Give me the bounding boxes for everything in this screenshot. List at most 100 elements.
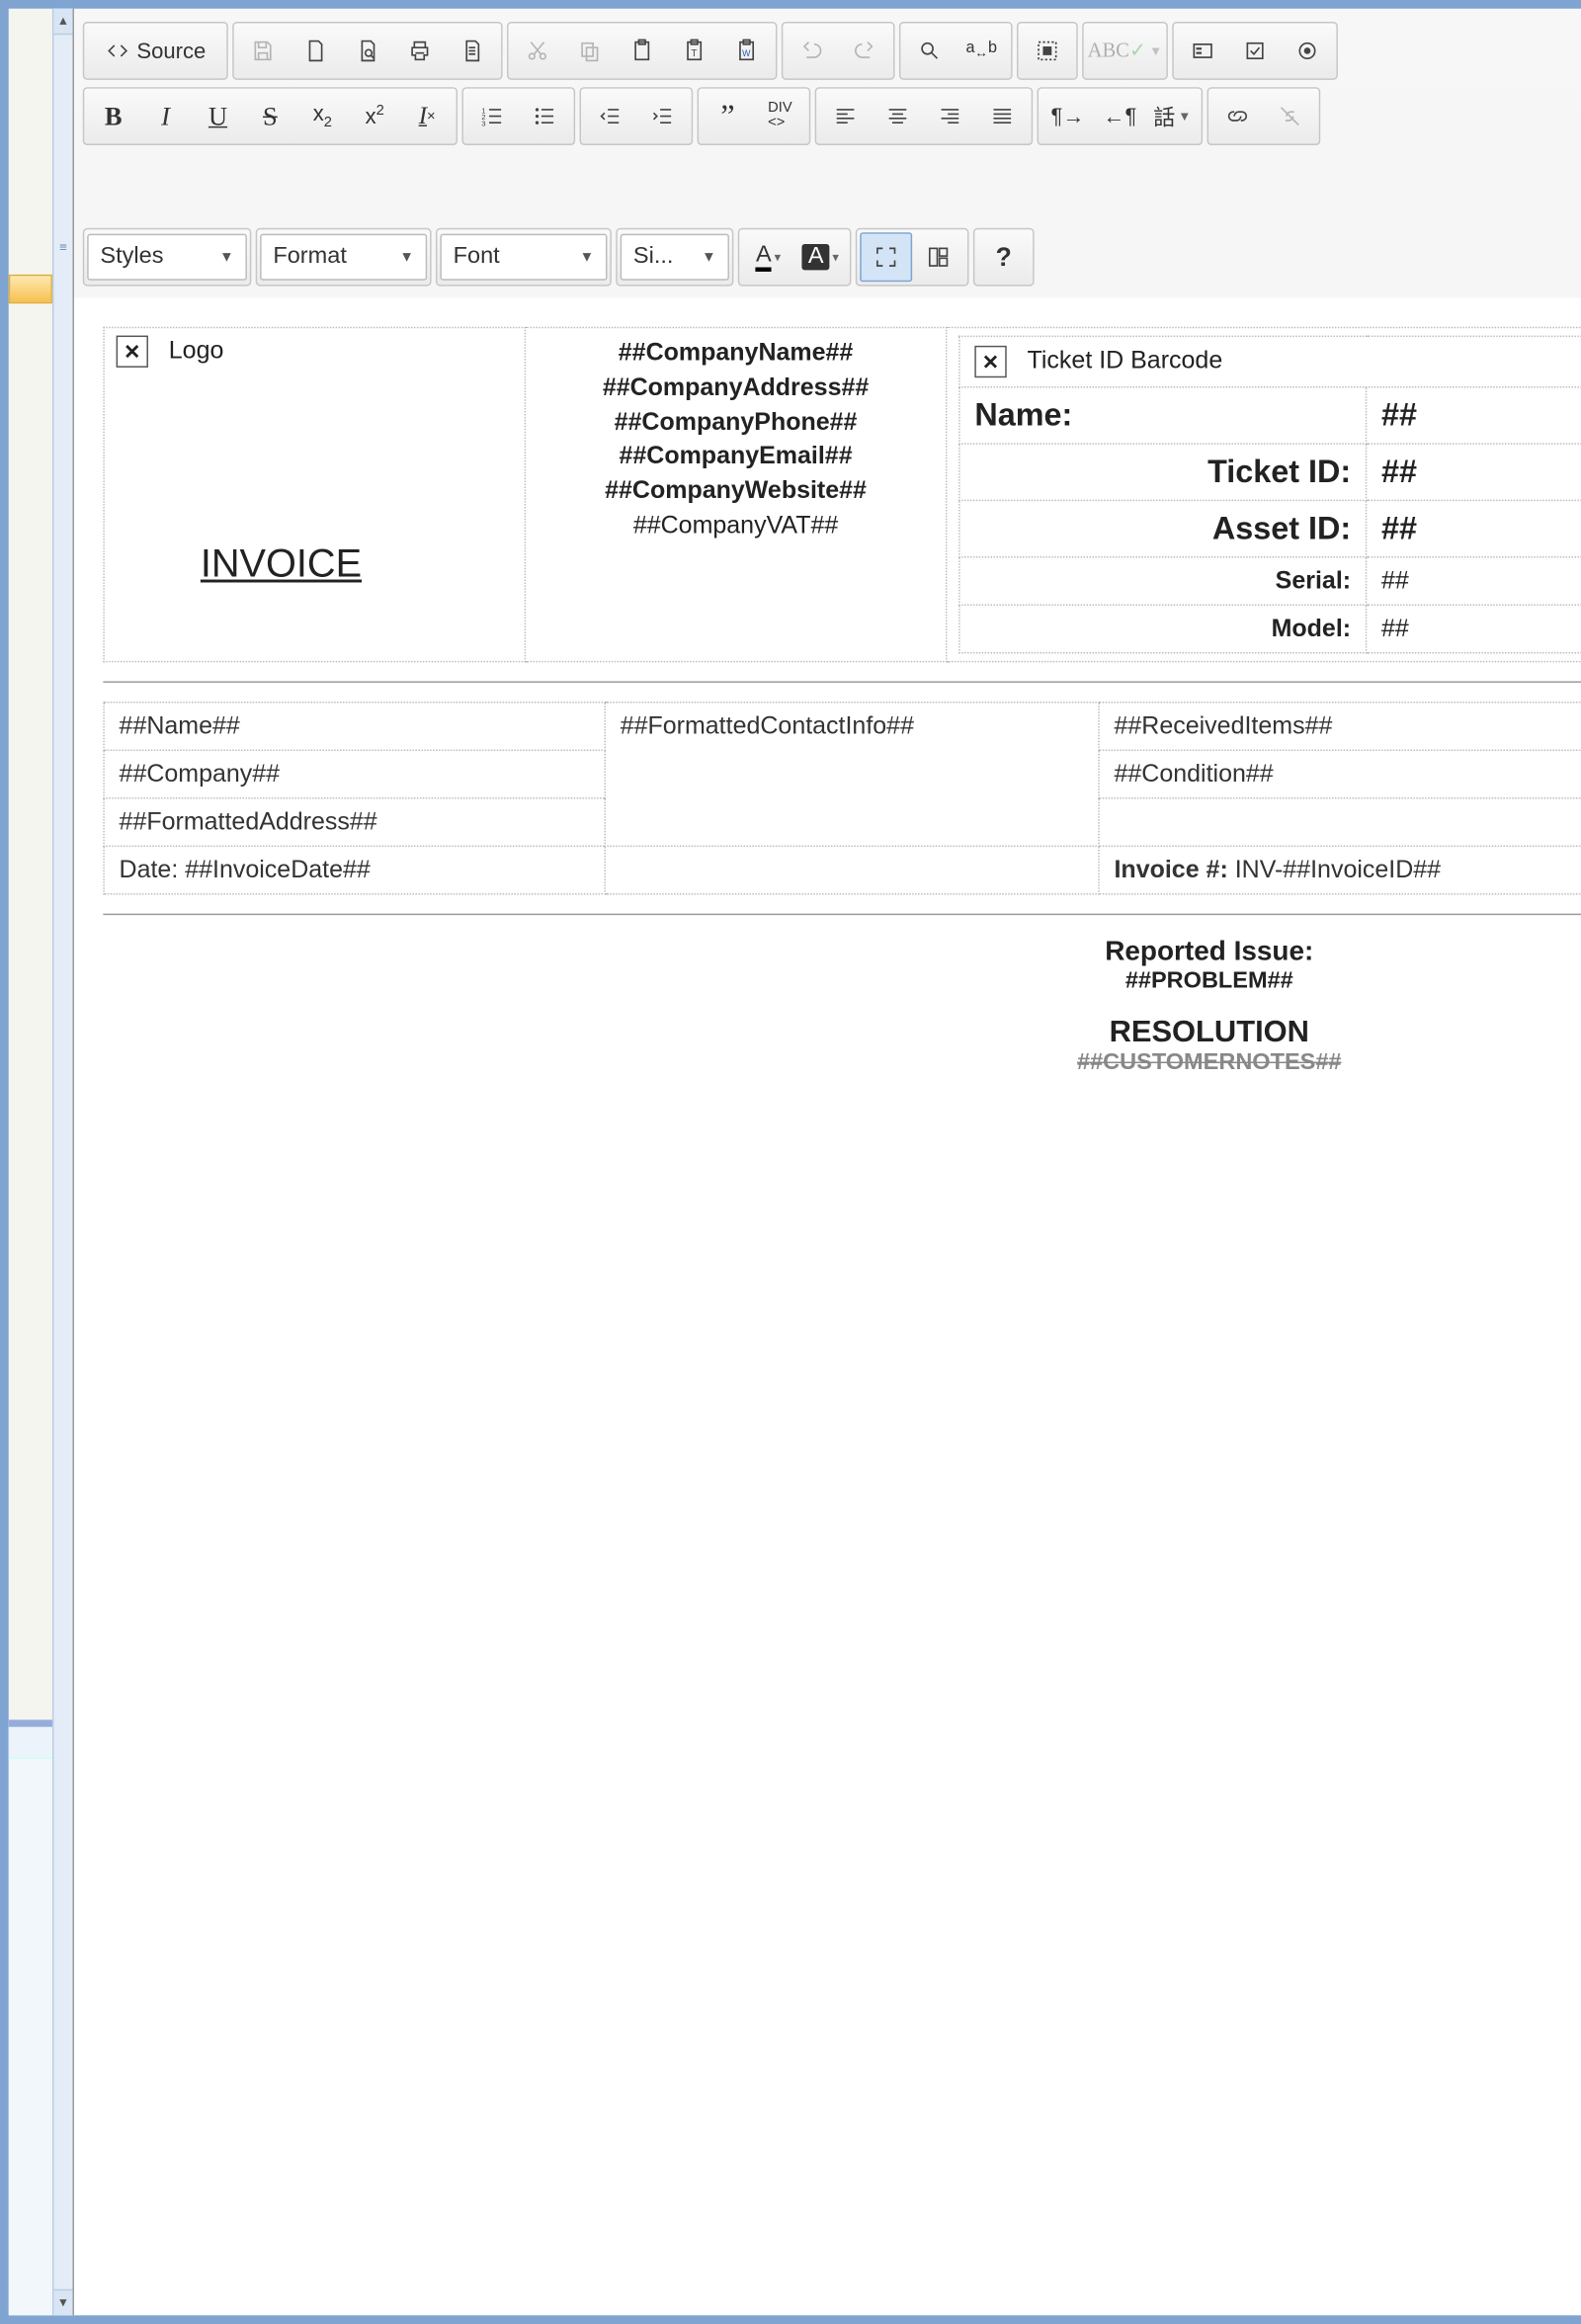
problem-text: ##PROBLEM## <box>103 968 1581 994</box>
templates-icon[interactable] <box>446 26 498 75</box>
issue-section: Reported Issue: ##PROBLEM## RESOLUTION #… <box>103 937 1581 1076</box>
align-right-icon[interactable] <box>924 92 976 141</box>
outdent-icon[interactable] <box>584 92 636 141</box>
radio-icon[interactable] <box>1282 26 1334 75</box>
serial-value: ## <box>1367 557 1581 606</box>
unlink-icon <box>1264 92 1316 141</box>
model-value: ## <box>1367 605 1581 653</box>
strike-icon[interactable]: S <box>244 92 296 141</box>
ordered-list-icon[interactable]: 123 <box>466 92 519 141</box>
customer-notes: ##CUSTOMERNOTES## <box>103 1050 1581 1076</box>
ltr-icon[interactable]: ¶→ <box>1041 92 1094 141</box>
select-all-icon[interactable] <box>1021 26 1073 75</box>
paste-word-icon[interactable]: W <box>720 26 773 75</box>
resolution-heading: RESOLUTION <box>103 1016 1581 1050</box>
logo-label: Logo <box>169 336 224 364</box>
serial-label: Serial: <box>959 557 1367 606</box>
replace-icon[interactable]: a↔b <box>956 26 1008 75</box>
image-placeholder-icon[interactable]: ✕ <box>117 336 148 368</box>
about-icon[interactable]: ? <box>977 232 1030 282</box>
sidebar-lower-panel <box>9 1719 52 2315</box>
asset-value: ## <box>1367 500 1581 556</box>
company-email: ##CompanyEmail## <box>538 440 934 474</box>
company-vat: ##CompanyVAT## <box>538 508 934 542</box>
superscript-icon[interactable]: x2 <box>349 92 401 141</box>
font-dropdown[interactable]: Font▼ <box>440 234 607 281</box>
undo-icon <box>786 26 838 75</box>
text-color-icon[interactable]: A▾ <box>742 232 794 282</box>
paste-icon[interactable] <box>616 26 668 75</box>
ticket-label: Ticket ID: <box>959 444 1367 500</box>
sidebar-selected-item[interactable] <box>9 275 52 303</box>
source-button[interactable]: Source <box>87 26 223 75</box>
spellcheck-icon: ABC✓▼ <box>1086 26 1164 75</box>
customer-company: ##Company## <box>104 750 605 798</box>
barcode-label: Ticket ID Barcode <box>1028 347 1223 374</box>
show-blocks-icon[interactable] <box>912 232 964 282</box>
ticket-value: ## <box>1367 444 1581 500</box>
left-sidebar: ▴ ▾ <box>9 9 74 2315</box>
language-icon[interactable]: 話▼ <box>1146 92 1199 141</box>
date-cell: Date: ##InvoiceDate## <box>104 846 605 894</box>
name-value: ## <box>1367 387 1581 444</box>
bg-color-icon[interactable]: A▾ <box>794 232 847 282</box>
asset-label: Asset ID: <box>959 500 1367 556</box>
company-phone: ##CompanyPhone## <box>538 405 934 440</box>
remove-format-icon[interactable]: I× <box>401 92 454 141</box>
image-placeholder-icon[interactable]: ✕ <box>974 346 1006 377</box>
paste-text-icon[interactable]: T <box>668 26 720 75</box>
source-label: Source <box>136 39 206 63</box>
svg-text:T: T <box>691 48 697 59</box>
copy-icon <box>563 26 616 75</box>
underline-icon[interactable]: U <box>192 92 244 141</box>
indent-icon[interactable] <box>636 92 689 141</box>
divider <box>103 681 1581 682</box>
cut-icon <box>511 26 563 75</box>
new-page-icon[interactable] <box>289 26 341 75</box>
company-address: ##CompanyAddress## <box>538 371 934 405</box>
preview-icon[interactable] <box>341 26 393 75</box>
scroll-up-icon[interactable]: ▴ <box>53 9 72 35</box>
div-icon[interactable]: DIV<> <box>754 92 806 141</box>
align-center-icon[interactable] <box>872 92 924 141</box>
app-window: ▴ ▾ Source <box>0 0 1581 2324</box>
name-label: Name: <box>959 387 1367 444</box>
svg-text:3: 3 <box>481 120 485 128</box>
model-label: Model: <box>959 605 1367 653</box>
reported-issue-heading: Reported Issue: <box>103 937 1581 968</box>
company-name: ##CompanyName## <box>538 336 934 371</box>
styles-dropdown[interactable]: Styles▼ <box>87 234 247 281</box>
editor-canvas[interactable]: ✕ Logo INVOICE ##CompanyName## ##Company… <box>74 297 1581 2315</box>
header-table: ✕ Logo INVOICE ##CompanyName## ##Company… <box>103 327 1581 663</box>
rtl-icon[interactable]: ←¶ <box>1094 92 1146 141</box>
divider <box>103 914 1581 915</box>
maximize-icon[interactable] <box>860 232 912 282</box>
blockquote-icon[interactable]: ” <box>702 92 754 141</box>
link-icon[interactable] <box>1211 92 1264 141</box>
find-icon[interactable] <box>903 26 956 75</box>
align-justify-icon[interactable] <box>976 92 1029 141</box>
editor-main: Source T W <box>74 9 1581 2315</box>
size-dropdown[interactable]: Si...▼ <box>621 234 729 281</box>
ticket-info-table: ✕ Ticket ID Barcode Name:## Ticket ID:##… <box>958 336 1581 654</box>
sidebar-scrollbar[interactable]: ▴ ▾ <box>52 9 73 2315</box>
bold-icon[interactable]: B <box>87 92 139 141</box>
customer-contact: ##FormattedContactInfo## <box>605 703 1099 847</box>
condition: ##Condition## <box>1099 750 1581 798</box>
align-left-icon[interactable] <box>819 92 872 141</box>
company-website: ##CompanyWebsite## <box>538 473 934 508</box>
italic-icon[interactable]: I <box>139 92 192 141</box>
toolbar: Source T W <box>74 9 1581 298</box>
save-icon <box>236 26 289 75</box>
scroll-down-icon[interactable]: ▾ <box>53 2289 72 2315</box>
form-icon[interactable] <box>1177 26 1229 75</box>
checkbox-icon[interactable] <box>1229 26 1282 75</box>
print-icon[interactable] <box>393 26 446 75</box>
subscript-icon[interactable]: x2 <box>296 92 349 141</box>
unordered-list-icon[interactable] <box>519 92 571 141</box>
format-dropdown[interactable]: Format▼ <box>260 234 427 281</box>
customer-name: ##Name## <box>104 703 605 751</box>
scroll-grip-icon[interactable] <box>53 241 72 253</box>
customer-table: ##Name## ##FormattedContactInfo## ##Rece… <box>103 702 1581 895</box>
invoice-title: INVOICE <box>117 368 513 608</box>
